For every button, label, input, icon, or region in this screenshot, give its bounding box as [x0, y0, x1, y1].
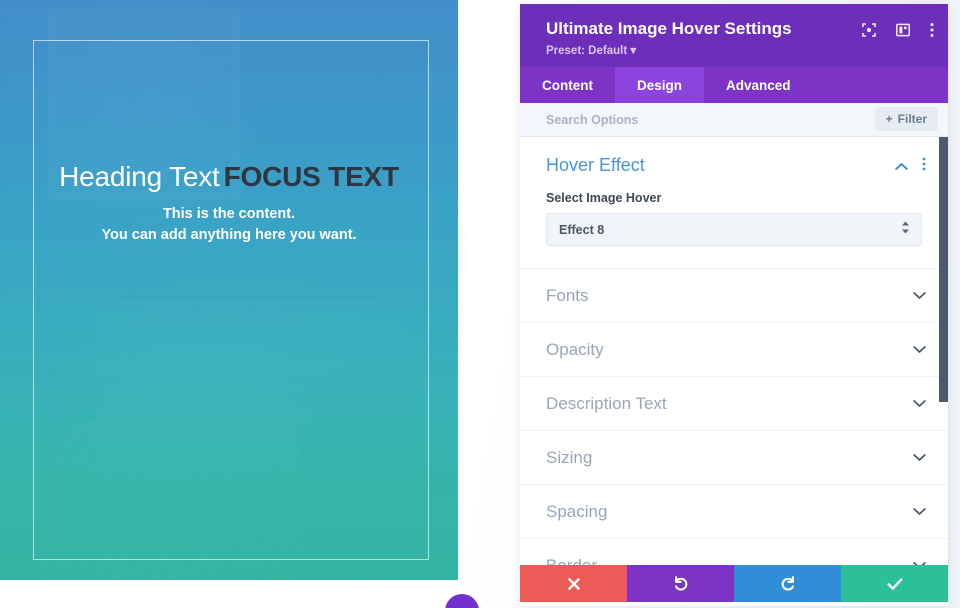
redo-icon [781, 575, 794, 591]
save-button[interactable] [841, 565, 948, 602]
section-fonts[interactable]: Fonts [520, 269, 948, 323]
preview-gradient-overlay [0, 0, 458, 580]
section-description-text-label: Description Text [546, 393, 667, 413]
plus-icon: + [885, 112, 893, 126]
section-fonts-label: Fonts [546, 285, 589, 305]
preview-text-block: Heading Text FOCUS TEXT This is the conte… [0, 160, 458, 246]
preview-heading: Heading Text FOCUS TEXT [26, 160, 432, 194]
preview-heading-bold: FOCUS TEXT [223, 161, 400, 192]
select-image-hover-dropdown[interactable]: Effect 8 [546, 213, 922, 246]
section-opacity[interactable]: Opacity [520, 323, 948, 377]
section-hover-effect-controls [895, 157, 926, 176]
filter-button[interactable]: + Filter [874, 107, 938, 131]
preview-description-line-2: You can add anything here you want. [101, 227, 357, 243]
tab-content[interactable]: Content [520, 67, 615, 103]
preview-heading-light: Heading Text [59, 161, 220, 192]
section-opacity-label: Opacity [546, 339, 604, 359]
select-updown-icon [901, 220, 910, 239]
header-icon-group [862, 22, 934, 43]
section-more-options-icon[interactable] [922, 157, 926, 176]
section-hover-effect: Hover Effect Select Image Hover Effect 8 [520, 137, 948, 269]
preset-selector[interactable]: Preset: Default ▾ [546, 43, 932, 57]
close-icon [567, 577, 580, 590]
screen-root: Heading Text FOCUS TEXT This is the conte… [0, 0, 960, 608]
preview-description: This is the content. You can add anythin… [26, 204, 432, 246]
redo-button[interactable] [734, 565, 841, 602]
chevron-up-icon[interactable] [895, 158, 908, 176]
focus-target-icon[interactable] [862, 23, 876, 42]
section-sizing[interactable]: Sizing [520, 431, 948, 485]
settings-panel: Ultimate Image Hover Settings Preset: De… [520, 4, 948, 606]
panel-action-bar [520, 565, 948, 602]
settings-tab-bar: Content Design Advanced [520, 67, 948, 103]
chevron-down-icon[interactable] [913, 449, 926, 467]
chevron-down-icon[interactable] [913, 503, 926, 521]
options-scroll-area: Hover Effect Select Image Hover Effect 8… [520, 137, 948, 606]
image-hover-preview[interactable]: Heading Text FOCUS TEXT This is the conte… [0, 0, 458, 580]
settings-panel-header: Ultimate Image Hover Settings Preset: De… [520, 4, 948, 67]
chevron-down-icon[interactable] [913, 287, 926, 305]
more-options-icon[interactable] [930, 22, 934, 43]
section-hover-effect-title[interactable]: Hover Effect [546, 153, 922, 177]
chevron-down-icon[interactable] [913, 341, 926, 359]
preview-description-line-1: This is the content. [162, 206, 296, 222]
cancel-button[interactable] [520, 565, 627, 602]
section-sizing-label: Sizing [546, 447, 593, 467]
options-toolbar: Search Options + Filter [520, 103, 948, 137]
tab-advanced[interactable]: Advanced [704, 67, 813, 103]
select-image-hover-label: Select Image Hover [546, 191, 662, 205]
filter-button-label: Filter [897, 112, 927, 126]
chevron-down-icon[interactable] [913, 395, 926, 413]
layout-panel-icon[interactable] [896, 23, 910, 42]
section-description-text[interactable]: Description Text [520, 377, 948, 431]
section-spacing-label: Spacing [546, 501, 608, 521]
section-spacing[interactable]: Spacing [520, 485, 948, 539]
panel-scrollbar[interactable] [939, 137, 948, 402]
undo-icon [674, 575, 687, 591]
tab-design[interactable]: Design [615, 67, 705, 103]
check-icon [886, 577, 902, 590]
search-input[interactable]: Search Options [546, 113, 638, 127]
select-image-hover-value: Effect 8 [559, 222, 605, 237]
undo-button[interactable] [627, 565, 734, 602]
